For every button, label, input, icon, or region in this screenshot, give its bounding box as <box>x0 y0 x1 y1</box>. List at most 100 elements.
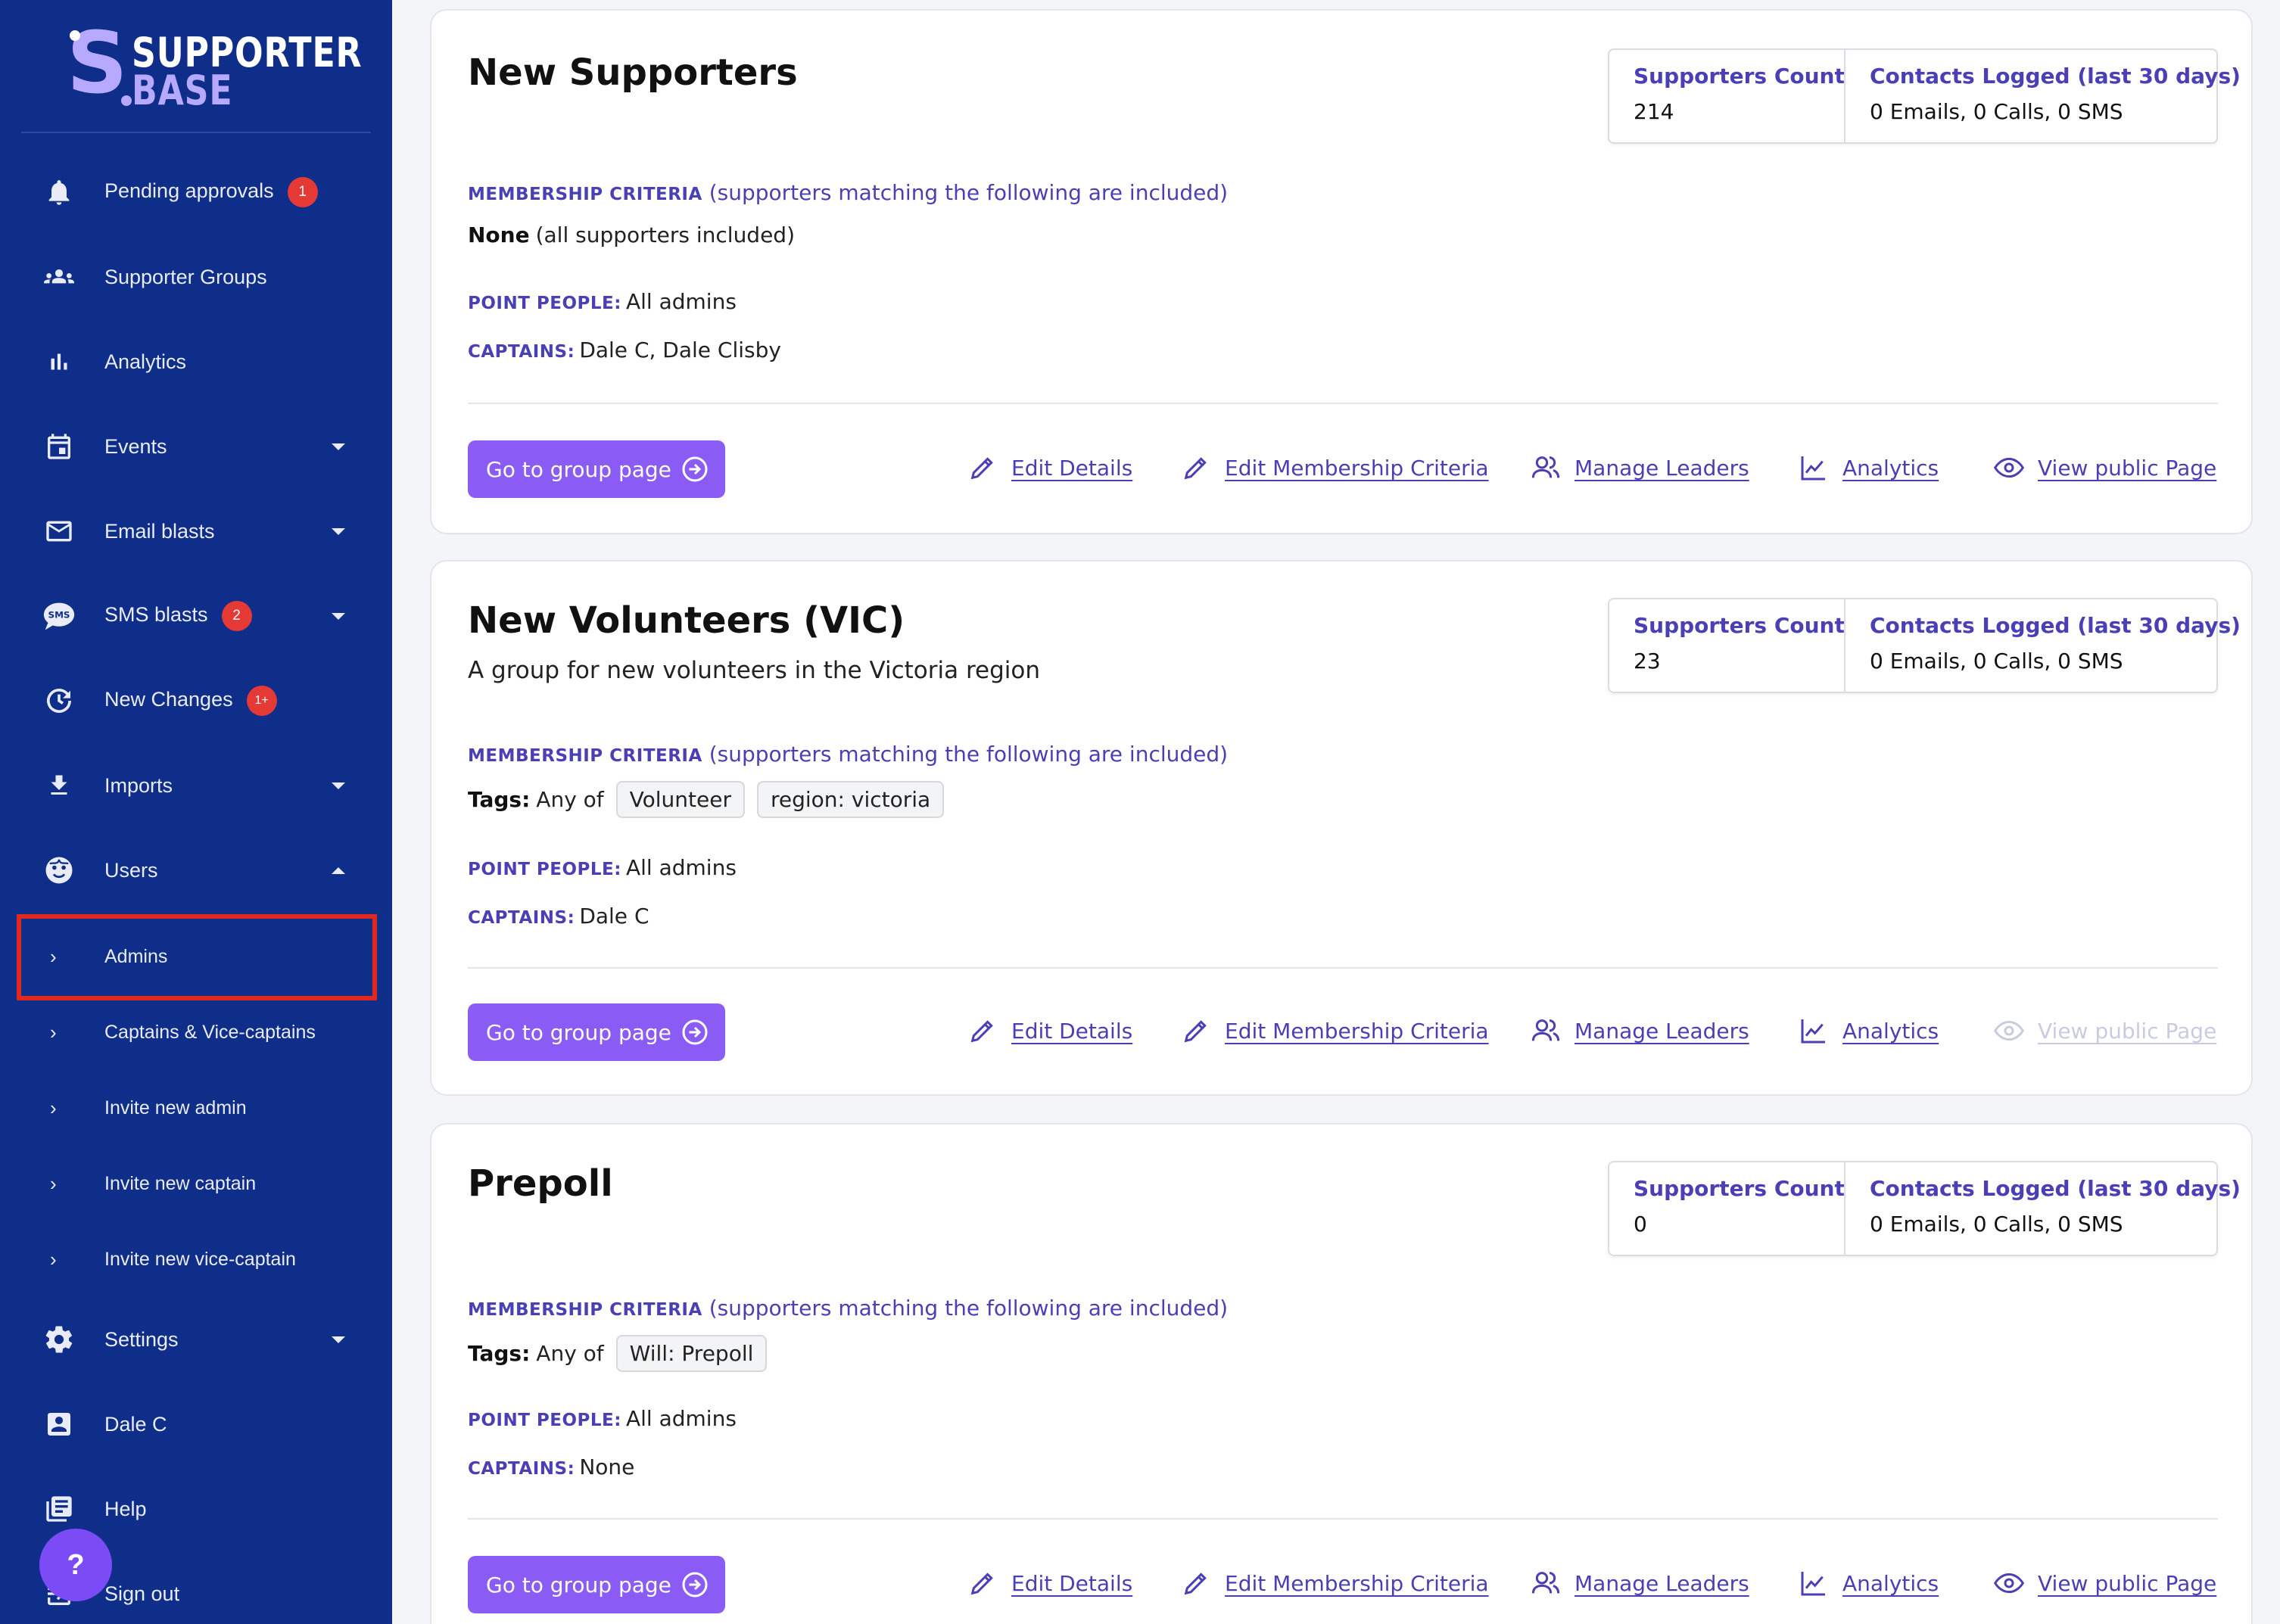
sidebar-item-label: Analytics <box>104 350 187 373</box>
group-title: Prepoll <box>468 1162 613 1205</box>
chevron-down-icon <box>332 1336 345 1343</box>
sidebar-item-settings[interactable]: Settings <box>0 1302 392 1377</box>
edit-details-link[interactable]: Edit Details <box>967 453 1132 483</box>
chevron-down-icon <box>332 527 345 535</box>
tag-chip: region: victoria <box>756 781 945 818</box>
bell-icon <box>42 176 76 209</box>
captains: CAPTAINS: Dale C <box>468 904 649 929</box>
manage-leaders-link[interactable]: Manage Leaders <box>1531 1568 1749 1598</box>
sidebar-item-pending-approvals[interactable]: Pending approvals 1 <box>0 154 392 230</box>
sidebar-divider <box>21 132 371 133</box>
book-icon <box>42 1492 76 1526</box>
sidebar-item-label: Settings <box>104 1327 179 1351</box>
edit-details-link[interactable]: Edit Details <box>967 1568 1132 1598</box>
sidebar-item-label: Users <box>104 858 158 882</box>
chevron-right-icon: › <box>50 1096 57 1119</box>
group-card: New Volunteers (VIC) A group for new vol… <box>430 560 2253 1096</box>
sms-icon: SMS <box>42 599 76 633</box>
group-description: A group for new volunteers in the Victor… <box>468 657 1041 684</box>
go-to-group-button[interactable]: Go to group page <box>468 1003 725 1061</box>
analytics-link[interactable]: Analytics <box>1799 1568 1939 1598</box>
view-public-page-link-disabled: View public Page <box>1994 1016 2216 1046</box>
chevron-right-icon: › <box>50 1020 57 1044</box>
supporters-count-value: 214 <box>1634 99 1674 124</box>
pencil-icon <box>1184 1573 1207 1595</box>
stat-label: Supporters Count <box>1634 613 1845 638</box>
eye-icon <box>1994 1020 2024 1041</box>
logo-dot <box>70 30 80 41</box>
sidebar-subitem-invite-vice-captain[interactable]: › Invite new vice-captain <box>0 1221 392 1297</box>
card-divider <box>468 403 2218 404</box>
help-fab-button[interactable]: ? <box>39 1529 112 1601</box>
count-badge: 2 <box>221 601 252 631</box>
chevron-right-icon: › <box>50 1171 57 1195</box>
sidebar-item-sms-blasts[interactable]: SMS SMS blasts 2 <box>0 578 392 654</box>
sidebar-item-imports[interactable]: Imports <box>0 748 392 823</box>
chevron-down-icon <box>332 612 345 620</box>
sidebar: S SUPPORTER BASE Pending approvals 1 Supp… <box>0 0 392 1624</box>
sidebar-item-supporter-groups[interactable]: Supporter Groups <box>0 239 392 315</box>
card-divider <box>468 1518 2218 1520</box>
manage-leaders-link[interactable]: Manage Leaders <box>1531 453 1749 483</box>
sidebar-item-label: Help <box>104 1497 147 1520</box>
group-stats: Supporters Count 23 Contacts Logged (last… <box>1608 598 2241 693</box>
sidebar-item-label: Events <box>104 434 167 458</box>
supporters-count-value: 0 <box>1634 1212 1647 1237</box>
edit-membership-criteria-link[interactable]: Edit Membership Criteria <box>1181 1016 1489 1046</box>
sidebar-item-users[interactable]: Users <box>0 832 392 908</box>
manage-leaders-link[interactable]: Manage Leaders <box>1531 1016 1749 1046</box>
chevron-up-icon <box>332 866 345 874</box>
sidebar-item-new-changes[interactable]: New Changes 1+ <box>0 663 392 739</box>
analytics-link[interactable]: Analytics <box>1799 453 1939 483</box>
group-stats: Supporters Count 0 Contacts Logged (last … <box>1608 1161 2241 1256</box>
tag-chip: Volunteer <box>615 781 745 818</box>
membership-criteria-heading: MEMBERSHIP CRITERIA (supporters matching… <box>468 1296 1229 1321</box>
sidebar-item-label: Dale C <box>104 1412 167 1436</box>
sidebar-subitem-label: Invite new vice-captain <box>104 1248 296 1270</box>
logo-dot-accent <box>121 95 132 106</box>
sidebar-item-analytics[interactable]: Analytics <box>0 324 392 400</box>
line-chart-icon <box>1801 1572 1825 1596</box>
gear-icon <box>42 1323 76 1356</box>
eye-icon <box>1994 1573 2024 1594</box>
logo-text-base: BASE <box>132 67 233 114</box>
sidebar-item-profile[interactable]: Dale C <box>0 1386 392 1462</box>
pencil-icon <box>970 457 993 480</box>
view-public-page-link[interactable]: View public Page <box>1994 1568 2216 1598</box>
download-icon <box>42 769 76 802</box>
edit-membership-criteria-link[interactable]: Edit Membership Criteria <box>1181 453 1489 483</box>
sidebar-item-events[interactable]: Events <box>0 409 392 484</box>
go-to-group-button[interactable]: Go to group page <box>468 1556 725 1613</box>
edit-membership-criteria-link[interactable]: Edit Membership Criteria <box>1181 1568 1489 1598</box>
group-card: New Supporters Supporters Count 214 Conta… <box>430 9 2253 534</box>
pencil-icon <box>970 1573 993 1595</box>
card-divider <box>468 967 2218 969</box>
group-icon <box>42 260 76 294</box>
stat-label: Contacts Logged (last 30 days) <box>1870 64 2241 89</box>
sidebar-subitem-admins[interactable]: › Admins <box>0 919 392 994</box>
users-icon <box>1531 1019 1560 1041</box>
go-to-group-button[interactable]: Go to group page <box>468 440 725 498</box>
edit-details-link[interactable]: Edit Details <box>967 1016 1132 1046</box>
chevron-down-icon <box>332 443 345 450</box>
group-card: Prepoll Supporters Count 0 Contacts Logge… <box>430 1123 2253 1624</box>
sidebar-subitem-label: Captains & Vice-captains <box>104 1021 316 1043</box>
sidebar-subitem-captains[interactable]: › Captains & Vice-captains <box>0 994 392 1070</box>
arrow-circle-icon <box>682 456 708 482</box>
sidebar-subitem-invite-captain[interactable]: › Invite new captain <box>0 1146 392 1221</box>
membership-tags: Tags: Any of Will: Prepoll <box>468 1335 768 1372</box>
sidebar-item-label: SMS blasts <box>104 603 208 627</box>
sidebar-subitem-label: Admins <box>104 945 168 967</box>
point-people: POINT PEOPLE: All admins <box>468 855 737 880</box>
membership-criteria-heading: MEMBERSHIP CRITERIA (supporters matching… <box>468 742 1229 767</box>
sidebar-item-label: Imports <box>104 773 173 797</box>
pencil-icon <box>1184 457 1207 480</box>
contacts-logged-value: 0 Emails, 0 Calls, 0 SMS <box>1870 99 2123 124</box>
sidebar-item-email-blasts[interactable]: Email blasts <box>0 493 392 569</box>
sidebar-subitem-invite-admin[interactable]: › Invite new admin <box>0 1070 392 1146</box>
view-public-page-link[interactable]: View public Page <box>1994 453 2216 483</box>
group-title: New Volunteers (VIC) <box>468 599 905 642</box>
membership-tags: Tags: Any of Volunteer region: victoria <box>468 781 945 818</box>
analytics-link[interactable]: Analytics <box>1799 1016 1939 1046</box>
supporterbase-logo[interactable]: S SUPPORTER BASE <box>67 21 362 114</box>
